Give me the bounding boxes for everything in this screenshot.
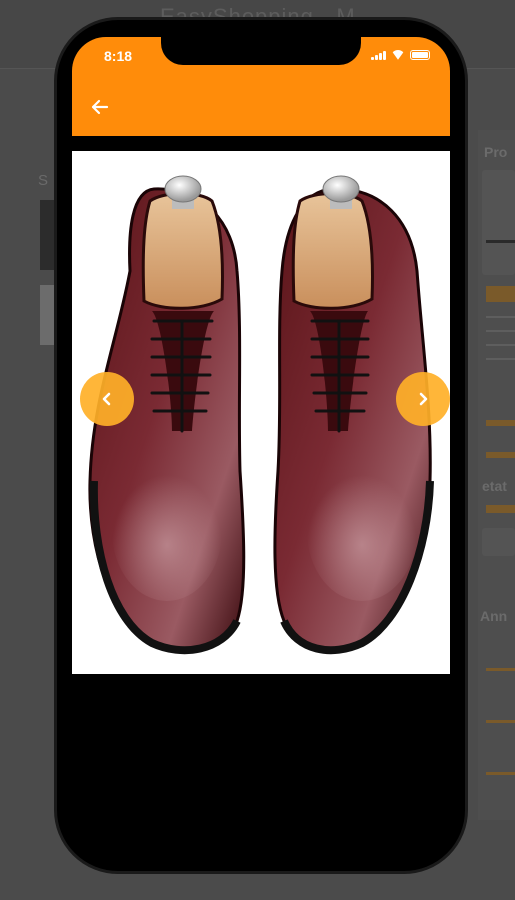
back-button[interactable] <box>88 95 112 119</box>
background-right-bar <box>486 668 515 671</box>
background-right-bar <box>486 772 515 775</box>
previous-image-button[interactable] <box>80 372 134 426</box>
chevron-left-icon <box>102 392 111 406</box>
background-right-bar <box>486 452 515 458</box>
background-right-text: Pro <box>484 144 508 160</box>
signal-icon <box>371 50 386 60</box>
background-right-line <box>486 330 515 332</box>
background-right-line <box>486 240 515 243</box>
status-time: 8:18 <box>104 48 133 64</box>
phone-notch <box>161 37 361 65</box>
wifi-icon <box>391 50 405 60</box>
background-right-bar <box>486 286 515 302</box>
chevron-right-icon <box>419 392 428 406</box>
background-right-line <box>486 316 515 318</box>
background-right-text: etat <box>482 478 507 494</box>
app-bar: 8:18 <box>72 37 450 136</box>
battery-icon <box>410 50 430 60</box>
phone-screen: 8:18 <box>72 37 450 857</box>
background-right-card <box>482 528 515 556</box>
background-right-card <box>482 170 515 275</box>
next-image-button[interactable] <box>396 372 450 426</box>
background-right-bar <box>486 420 515 426</box>
background-left-text: S <box>38 172 49 189</box>
status-icons <box>371 50 430 60</box>
background-right-bar <box>486 505 515 513</box>
background-right-line <box>486 344 515 346</box>
background-right-bar <box>486 720 515 723</box>
background-right-text: Ann <box>480 608 508 624</box>
arrow-left-icon <box>91 99 109 115</box>
background-right-line <box>486 358 515 360</box>
